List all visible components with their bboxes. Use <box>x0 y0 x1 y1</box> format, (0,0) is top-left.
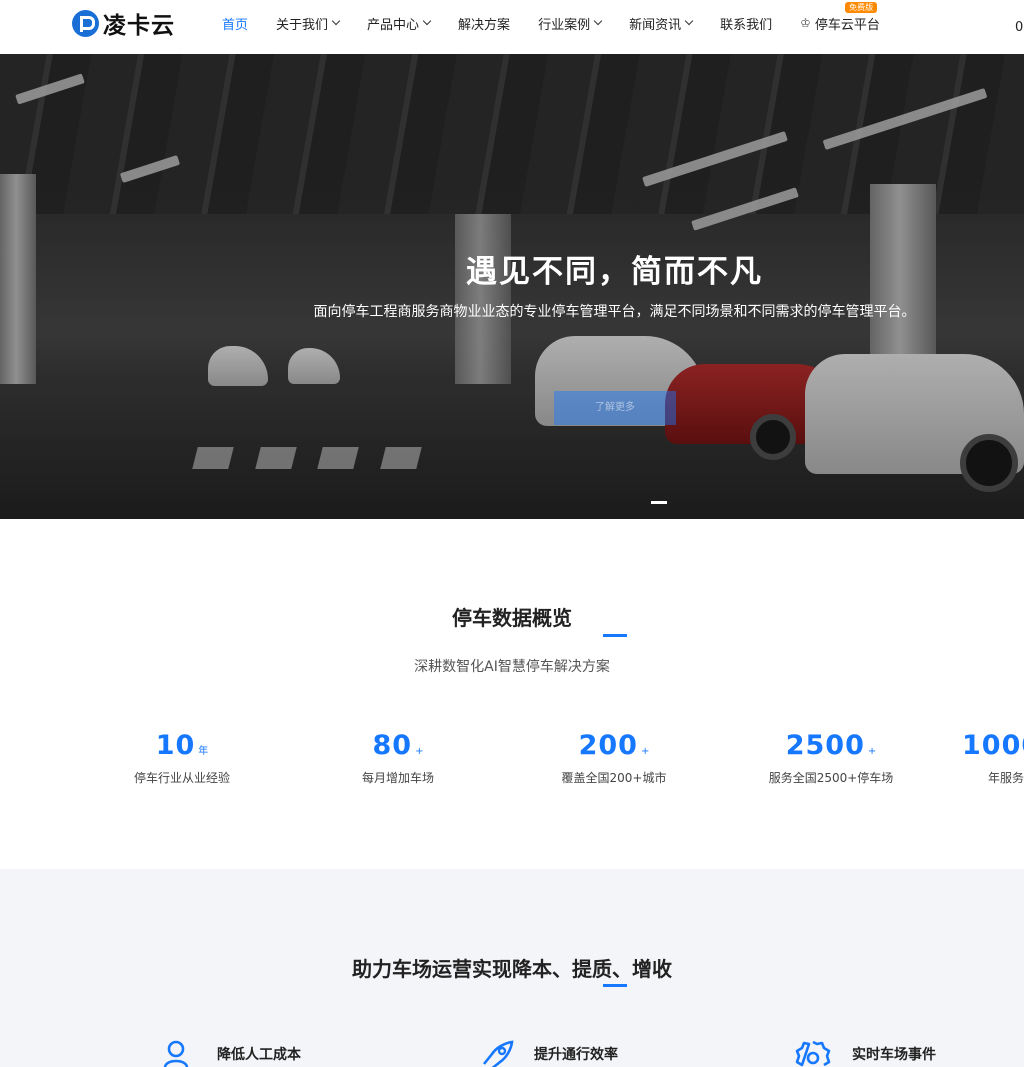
feature-label: 降低人工成本 <box>217 1046 301 1063</box>
hero-title: 遇见不同，简而不凡 <box>466 254 763 290</box>
stat-label: 覆盖全国200+城市 <box>561 771 667 785</box>
stat-item: 1000 年服务 <box>962 730 1024 786</box>
chevron-down-icon <box>422 16 432 26</box>
feature-item[interactable]: 提升通行效率 <box>478 1040 618 1067</box>
hero-learn-more-button[interactable]: 了解更多 <box>554 391 676 425</box>
logo-text: 凌卡云 <box>103 13 175 39</box>
nav-item-cases[interactable]: 行业案例 <box>538 14 603 33</box>
stat-unit: + <box>640 746 650 757</box>
nav-item-home[interactable]: 首页 <box>222 14 248 33</box>
stat-value: 10 <box>155 730 196 761</box>
user-icon <box>163 1040 189 1067</box>
carousel-indicator[interactable] <box>651 501 667 504</box>
stat-item: 80 + 每月增加车场 <box>298 730 498 786</box>
nav-item-about[interactable]: 关于我们 <box>276 14 341 33</box>
stat-value: 2500 <box>785 730 865 761</box>
stat-label: 停车行业从业经验 <box>133 771 230 785</box>
chevron-down-icon <box>331 16 341 26</box>
logo[interactable]: 凌卡云 <box>72 8 175 39</box>
nav-item-contact[interactable]: 联系我们 <box>720 14 772 33</box>
stat-value: 1000 <box>962 730 1024 761</box>
stat-label: 每月增加车场 <box>361 771 434 785</box>
nav-item-products[interactable]: 产品中心 <box>367 14 432 33</box>
chevron-down-icon <box>593 16 603 26</box>
nav-menu: 首页 关于我们 产品中心 解决方案 行业案例 新闻资讯 联系我们 ♔ 停车云平台… <box>222 0 908 46</box>
stats-subtitle: 深耕数智化AI智慧停车解决方案 <box>414 659 610 675</box>
top-navbar: 凌卡云 首页 关于我们 产品中心 解决方案 行业案例 新闻资讯 联系我们 ♔ 停… <box>0 0 1024 54</box>
chevron-down-icon <box>684 16 694 26</box>
crown-icon: ♔ <box>800 16 811 30</box>
title-underline <box>603 634 627 637</box>
stat-label: 服务全国2500+停车场 <box>768 771 894 785</box>
title-underline <box>603 984 627 987</box>
stat-item: 200 + 覆盖全国200+城市 <box>514 730 714 786</box>
free-badge: 免费版 <box>845 1 878 13</box>
gear-icon <box>795 1040 831 1067</box>
nav-item-solutions[interactable]: 解决方案 <box>458 14 510 33</box>
stat-unit: + <box>867 746 877 757</box>
feature-item[interactable]: 实时车场事件 <box>794 1040 936 1067</box>
hero-banner: 遇见不同，简而不凡 面向停车工程商服务商物业业态的专业停车管理平台，满足不同场景… <box>0 54 1024 519</box>
feature-item[interactable]: 降低人工成本 <box>163 1040 301 1067</box>
stat-item: 10 年 停车行业从业经验 <box>82 730 282 786</box>
stat-value: 80 <box>372 730 413 761</box>
stat-item: 2500 + 服务全国2500+停车场 <box>731 730 931 786</box>
stat-label: 年服务 <box>988 771 1024 785</box>
feature-label: 提升通行效率 <box>534 1046 618 1063</box>
feature-label: 实时车场事件 <box>852 1046 936 1063</box>
nav-item-news[interactable]: 新闻资讯 <box>629 14 694 33</box>
nav-phone: 0 <box>1015 20 1024 35</box>
stat-unit: + <box>415 746 424 757</box>
features-title: 助力车场运营实现降本、提质、增收 <box>352 957 672 981</box>
nav-item-cloud-platform[interactable]: ♔ 停车云平台 免费版 <box>800 1 880 33</box>
hero-subtitle: 面向停车工程商服务商物业业态的专业停车管理平台，满足不同场景和不同需求的停车管理… <box>313 304 916 320</box>
stat-value: 200 <box>578 730 638 761</box>
rocket-icon <box>482 1040 514 1067</box>
stats-title: 停车数据概览 <box>452 606 572 630</box>
logo-icon <box>72 9 99 37</box>
stat-unit: 年 <box>198 746 209 757</box>
